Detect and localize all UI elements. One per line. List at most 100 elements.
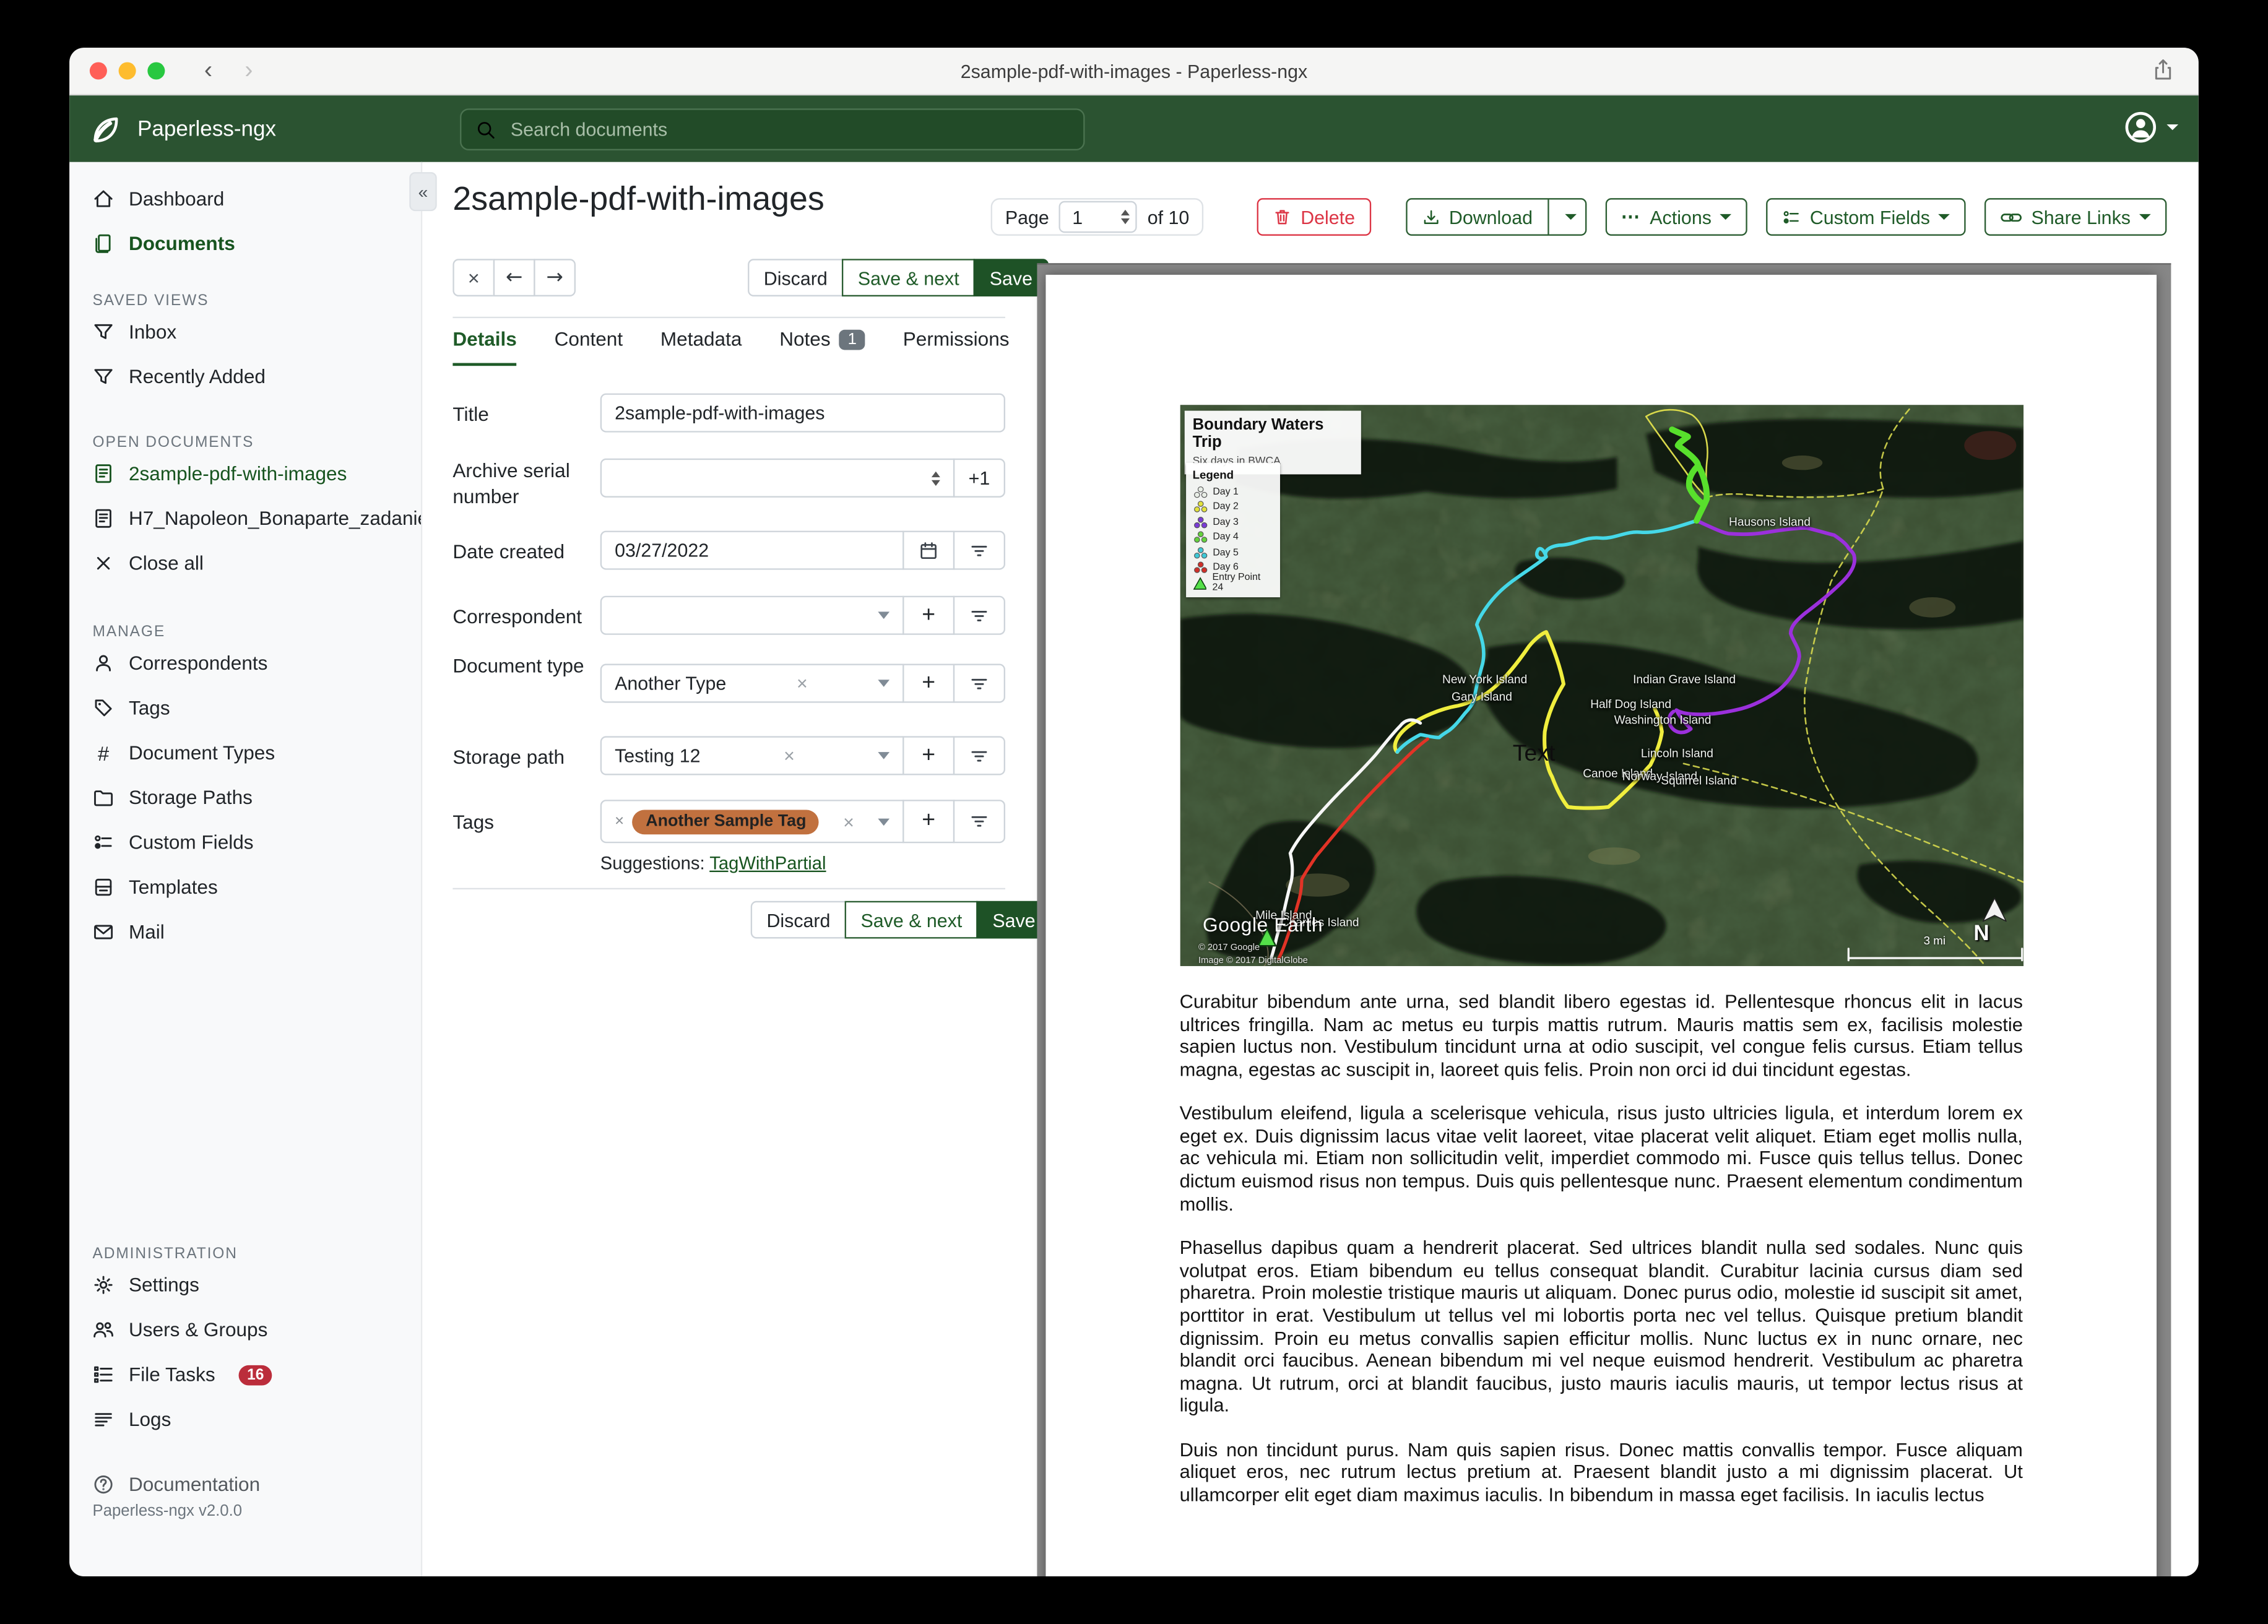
sidebar-item-storage-paths[interactable]: Storage Paths bbox=[69, 775, 421, 819]
sidebar-item-document-types[interactable]: # Document Types bbox=[69, 730, 421, 775]
save-next-button[interactable]: Save & next bbox=[842, 259, 976, 297]
share-links-button[interactable]: Share Links bbox=[1984, 198, 2167, 236]
add-document-type-button[interactable]: + bbox=[902, 663, 955, 703]
collapse-sidebar-button[interactable]: « bbox=[409, 172, 437, 212]
users-icon bbox=[93, 1319, 115, 1341]
custom-fields-caret-icon bbox=[1938, 214, 1950, 220]
app-brand[interactable]: Paperless-ngx bbox=[89, 112, 276, 147]
add-tag-button[interactable]: + bbox=[902, 800, 955, 844]
sidebar-item-label: Inbox bbox=[128, 321, 177, 343]
island-label: Hausons Island bbox=[1729, 516, 1811, 529]
sidebar-item-logs[interactable]: Logs bbox=[69, 1397, 421, 1441]
document-type-filter-button[interactable] bbox=[953, 663, 1006, 703]
download-caret-icon[interactable] bbox=[1564, 214, 1577, 220]
tag-remove-icon[interactable]: × bbox=[615, 813, 624, 830]
delete-button[interactable]: Delete bbox=[1257, 198, 1371, 236]
map-legend: Legend Day 1 Day 2 Day 3 Day 4 Day 5 Day… bbox=[1185, 462, 1279, 597]
close-window-button[interactable] bbox=[89, 62, 107, 80]
storage-path-select[interactable]: Testing 12 × bbox=[600, 736, 904, 775]
sidebar-item-tags[interactable]: Tags bbox=[69, 686, 421, 730]
asn-plus-one-button[interactable]: +1 bbox=[953, 458, 1006, 498]
sidebar-item-open-doc-2[interactable]: H7_Napoleon_Bonaparte_zadanie bbox=[69, 496, 421, 540]
sidebar-item-dashboard[interactable]: Dashboard bbox=[69, 176, 421, 221]
discard-button[interactable]: Discard bbox=[748, 259, 844, 297]
search-input[interactable] bbox=[508, 117, 1069, 142]
browser-back-icon[interactable]: ‹ bbox=[197, 56, 220, 85]
add-correspondent-button[interactable]: + bbox=[902, 595, 955, 635]
save-next-button-bottom[interactable]: Save & next bbox=[844, 901, 979, 939]
sidebar-item-documents[interactable]: Documents bbox=[69, 222, 421, 266]
page-number-field[interactable] bbox=[1072, 205, 1096, 228]
google-earth-logo: Google Earth bbox=[1202, 914, 1323, 936]
tab-notes[interactable]: Notes 1 bbox=[779, 324, 866, 366]
user-avatar-icon bbox=[2123, 110, 2158, 145]
tab-metadata[interactable]: Metadata bbox=[660, 324, 742, 366]
browser-forward-icon[interactable]: › bbox=[237, 56, 260, 85]
tags-select[interactable]: × Another Sample Tag × bbox=[600, 800, 904, 844]
suggestion-link[interactable]: TagWithPartial bbox=[709, 853, 826, 874]
sidebar-item-label: Tags bbox=[128, 697, 170, 719]
sidebar-item-custom-fields[interactable]: Custom Fields bbox=[69, 820, 421, 865]
close-document-button[interactable]: × bbox=[452, 259, 495, 297]
storage-path-clear-icon[interactable]: × bbox=[784, 745, 795, 766]
add-storage-path-button[interactable]: + bbox=[902, 736, 955, 775]
zoom-window-button[interactable] bbox=[147, 62, 165, 80]
title-input[interactable] bbox=[615, 402, 991, 424]
sidebar-item-label: Document Types bbox=[128, 741, 275, 764]
document-type-clear-icon[interactable]: × bbox=[797, 673, 808, 694]
sidebar-item-close-all[interactable]: Close all bbox=[69, 541, 421, 585]
sidebar-item-inbox[interactable]: Inbox bbox=[69, 309, 421, 354]
correspondent-select[interactable] bbox=[600, 595, 904, 635]
previous-document-button[interactable]: ← bbox=[493, 259, 535, 297]
sidebar-item-label: Close all bbox=[128, 552, 204, 574]
sidebar-item-file-tasks[interactable]: File Tasks 16 bbox=[69, 1352, 421, 1397]
tags-filter-button[interactable] bbox=[953, 800, 1006, 844]
date-created-input[interactable] bbox=[615, 539, 890, 561]
tags-clear-icon[interactable]: × bbox=[843, 811, 854, 832]
sidebar-item-label: H7_Napoleon_Bonaparte_zadanie bbox=[128, 508, 423, 530]
download-button[interactable]: Download bbox=[1405, 198, 1586, 236]
tag-chip[interactable]: Another Sample Tag bbox=[633, 809, 820, 834]
sidebar-item-templates[interactable]: Templates bbox=[69, 865, 421, 909]
discard-button-bottom[interactable]: Discard bbox=[750, 901, 847, 939]
sidebar-item-users-groups[interactable]: Users & Groups bbox=[69, 1307, 421, 1352]
tab-permissions[interactable]: Permissions bbox=[903, 324, 1010, 366]
tab-content[interactable]: Content bbox=[555, 324, 623, 366]
document-type-select[interactable]: Another Type × bbox=[600, 663, 904, 703]
sidebar-item-recently-added[interactable]: Recently Added bbox=[69, 354, 421, 399]
search-bar[interactable] bbox=[460, 108, 1085, 151]
calendar-button[interactable] bbox=[902, 530, 955, 570]
asn-input[interactable] bbox=[615, 467, 923, 489]
legend-item: Day 5 bbox=[1193, 545, 1273, 561]
person-icon bbox=[93, 652, 115, 674]
sidebar-item-open-doc-1[interactable]: 2sample-pdf-with-images bbox=[69, 451, 421, 496]
storage-path-filter-button[interactable] bbox=[953, 736, 1006, 775]
correspondent-filter-button[interactable] bbox=[953, 595, 1006, 635]
tag-icon bbox=[93, 697, 115, 719]
next-document-button[interactable]: → bbox=[534, 259, 576, 297]
custom-fields-button[interactable]: Custom Fields bbox=[1766, 198, 1967, 236]
page-stepper[interactable] bbox=[1121, 209, 1130, 225]
date-filter-button[interactable] bbox=[953, 530, 1006, 570]
sidebar-item-settings[interactable]: Settings bbox=[69, 1263, 421, 1307]
doc-nav-buttons: × ← → bbox=[452, 259, 576, 297]
page-count-label: of 10 bbox=[1147, 205, 1190, 228]
pdf-paragraph: Curabitur bibendum ante urna, sed blandi… bbox=[1179, 990, 2023, 1080]
actions-button[interactable]: ⋯ Actions bbox=[1604, 198, 1748, 236]
asn-stepper[interactable] bbox=[931, 470, 940, 485]
tab-details[interactable]: Details bbox=[452, 324, 517, 366]
pdf-preview-pane[interactable]: Boundary Waters Trip Six days in BWCA Le… bbox=[1037, 263, 2171, 1577]
sidebar-item-correspondents[interactable]: Correspondents bbox=[69, 641, 421, 685]
minimize-window-button[interactable] bbox=[118, 62, 136, 80]
map-legend-title: Legend bbox=[1192, 469, 1234, 482]
sidebar-item-documentation[interactable]: Documentation bbox=[69, 1468, 421, 1500]
sidebar-item-mail[interactable]: Mail bbox=[69, 910, 421, 954]
share-icon[interactable] bbox=[2151, 58, 2176, 89]
user-menu[interactable] bbox=[2123, 110, 2179, 145]
page-title: 2sample-pdf-with-images bbox=[452, 179, 825, 217]
pdf-text: Curabitur bibendum ante urna, sed blandi… bbox=[1180, 991, 2023, 1506]
page-input[interactable] bbox=[1059, 201, 1138, 233]
sidebar-item-label: Correspondents bbox=[128, 652, 268, 674]
window-title: 2sample-pdf-with-images - Paperless-ngx bbox=[960, 59, 1308, 82]
asn-field-label: Archive serial number bbox=[452, 460, 570, 508]
